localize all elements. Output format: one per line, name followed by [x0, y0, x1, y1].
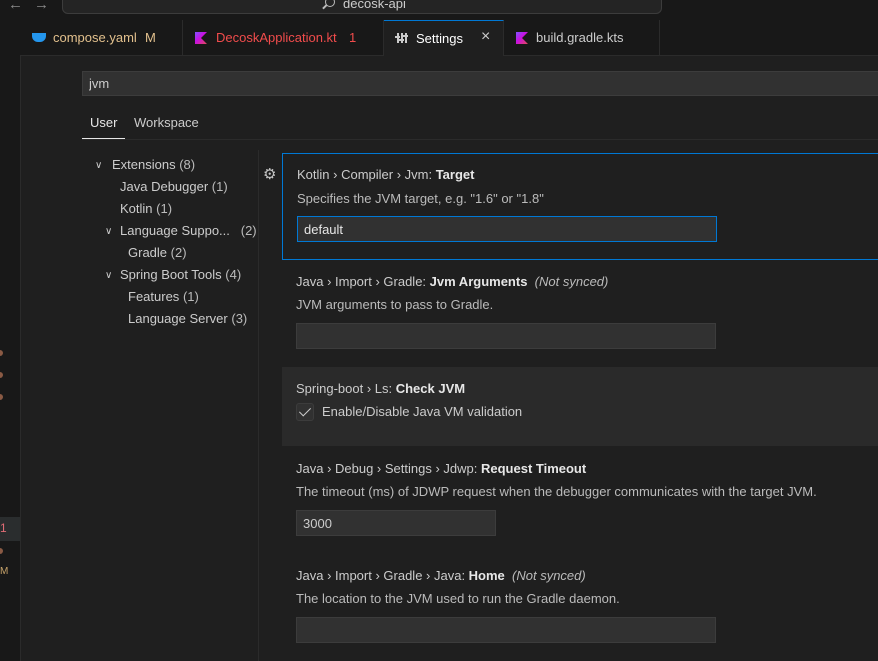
modified-badge: M	[0, 566, 9, 577]
setting-jdwp-request-timeout: Java › Debug › Settings › Jdwp: Request …	[282, 447, 878, 554]
setting-title: Java › Import › Gradle: Jvm Arguments (N…	[296, 274, 609, 289]
modified-badge: M	[145, 30, 156, 45]
setting-spring-boot-check-jvm: Spring-boot › Ls: Check JVM Enable/Disab…	[282, 367, 878, 446]
setting-description: JVM arguments to pass to Gradle.	[296, 297, 494, 312]
tab-label: Settings	[416, 31, 463, 46]
toc-item-features[interactable]: Features (1)	[128, 289, 199, 304]
tab-label: compose.yaml	[53, 30, 137, 45]
checkbox-label: Enable/Disable Java VM validation	[322, 404, 523, 419]
toc-item-spring-boot-tools[interactable]: Spring Boot Tools (4)	[120, 267, 241, 282]
status-dot-icon	[0, 350, 3, 356]
settings-editor-icon	[395, 33, 408, 43]
toc-item-gradle[interactable]: Gradle (2)	[128, 245, 187, 260]
tab-workspace-settings[interactable]: Workspace	[134, 115, 199, 130]
back-arrow-icon[interactable]: ←	[8, 0, 23, 13]
jvm-arguments-input[interactable]	[296, 323, 716, 349]
status-dot-icon	[0, 548, 3, 554]
settings-toc: ∨ Extensions (8) Java Debugger (1) Kotli…	[82, 150, 259, 661]
setting-title: Kotlin › Compiler › Jvm: Target	[297, 167, 475, 182]
status-dot-icon	[0, 394, 3, 400]
command-center[interactable]: decosk-api	[62, 0, 662, 14]
toc-item-extensions[interactable]: Extensions (8)	[112, 157, 195, 172]
problem-count-badge: 1	[349, 30, 357, 45]
setting-title: Java › Debug › Settings › Jdwp: Request …	[296, 461, 587, 476]
java-home-input[interactable]	[296, 617, 716, 643]
toc-item-kotlin[interactable]: Kotlin (1)	[120, 201, 172, 216]
setting-gradle-java-home: Java › Import › Gradle › Java: Home (Not…	[282, 555, 878, 661]
setting-description: The location to the JVM used to run the …	[296, 591, 620, 606]
setting-description: Specifies the JVM target, e.g. "1.6" or …	[297, 191, 544, 206]
chevron-down-icon[interactable]: ∨	[105, 270, 112, 281]
tab-label: build.gradle.kts	[536, 30, 624, 45]
check-jvm-checkbox[interactable]	[296, 403, 314, 421]
setting-description: The timeout (ms) of JDWP request when th…	[296, 484, 817, 499]
activity-bar: 1 M	[0, 20, 21, 661]
jvm-target-input[interactable]	[297, 216, 717, 242]
chevron-down-icon[interactable]: ∨	[95, 160, 102, 171]
search-icon	[325, 0, 335, 7]
editor-tab-bar: compose.yaml M DecoskApplication.kt 1 Se…	[20, 20, 878, 56]
selected-explorer-item[interactable]: 1	[0, 517, 20, 541]
chevron-down-icon[interactable]: ∨	[105, 226, 112, 237]
tab-user-settings[interactable]: User	[81, 115, 127, 139]
status-dot-icon	[0, 372, 3, 378]
kotlin-icon	[516, 32, 528, 44]
tab-settings[interactable]: Settings ×	[384, 20, 504, 56]
kotlin-icon	[195, 32, 207, 44]
tab-label: DecoskApplication.kt	[216, 30, 337, 45]
setting-kotlin-jvm-target: Kotlin › Compiler › Jvm: Target Specifie…	[282, 153, 878, 260]
window-title: decosk-api	[343, 0, 406, 11]
setting-title: Spring-boot › Ls: Check JVM	[296, 381, 466, 396]
tab-build-gradle[interactable]: build.gradle.kts	[504, 20, 660, 55]
tab-compose-yaml[interactable]: compose.yaml M	[20, 20, 183, 55]
close-icon[interactable]: ×	[481, 28, 490, 46]
gear-icon[interactable]: ⚙	[263, 165, 276, 183]
setting-gradle-jvm-arguments: Java › Import › Gradle: Jvm Arguments (N…	[282, 261, 878, 367]
tab-decosk-application[interactable]: DecoskApplication.kt 1	[183, 20, 384, 55]
toc-item-language-support[interactable]: Language Suppo... (2)	[120, 223, 257, 238]
toc-item-language-server[interactable]: Language Server (3)	[128, 311, 247, 326]
title-bar: ← → decosk-api	[0, 0, 878, 20]
setting-title: Java › Import › Gradle › Java: Home (Not…	[296, 568, 586, 583]
settings-search-input[interactable]	[82, 71, 878, 96]
settings-scope-tabs: User Workspace	[81, 111, 878, 140]
problem-count-badge: 1	[0, 521, 7, 535]
request-timeout-input[interactable]	[296, 510, 496, 536]
forward-arrow-icon[interactable]: →	[34, 0, 49, 13]
docker-icon	[32, 33, 46, 42]
toc-item-java-debugger[interactable]: Java Debugger (1)	[120, 179, 228, 194]
